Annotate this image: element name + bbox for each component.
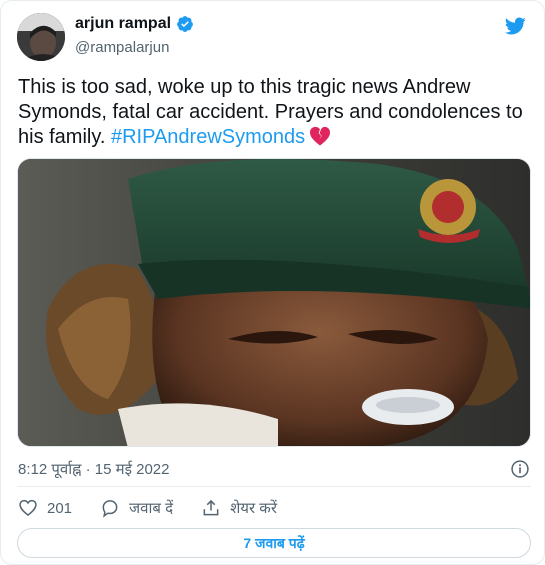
like-count: 201 <box>47 499 73 517</box>
share-label: शेयर करें <box>230 500 277 517</box>
action-bar: 201 जवाब दें शेयर करें <box>18 496 305 520</box>
tweet-photo[interactable] <box>17 158 531 447</box>
reply-bubble-icon <box>102 500 118 518</box>
hashtag-link[interactable]: #RIPAndrewSymonds <box>111 126 305 148</box>
share-button[interactable]: शेयर करें <box>201 498 277 518</box>
verified-badge-icon <box>176 15 194 33</box>
avatar[interactable] <box>17 13 65 61</box>
like-button[interactable]: 201 <box>18 498 72 518</box>
broken-heart-icon <box>309 126 331 146</box>
tweet-meta-row: 8:12 पूर्वाह्न · 15 मई 2022 <box>18 458 530 480</box>
read-replies-label: 7 जवाब पढ़ें <box>243 534 305 551</box>
user-handle[interactable]: @rampalarjun <box>75 39 169 56</box>
divider <box>17 486 531 487</box>
reply-button[interactable]: जवाब दें <box>100 498 173 518</box>
tweet-text: This is too sad, woke up to this tragic … <box>18 75 533 150</box>
timestamp[interactable]: 8:12 पूर्वाह्न · 15 मई 2022 <box>18 459 170 479</box>
author-name-row[interactable]: arjun rampal <box>75 15 194 33</box>
read-replies-button[interactable]: 7 जवाब पढ़ें <box>17 528 531 558</box>
display-name[interactable]: arjun rampal <box>75 15 171 33</box>
reply-label: जवाब दें <box>129 500 174 517</box>
share-icon <box>203 499 219 516</box>
info-icon[interactable] <box>510 459 530 479</box>
heart-outline-icon <box>19 499 37 517</box>
tweet-card: arjun rampal @rampalarjun This is too sa… <box>0 0 545 565</box>
twitter-bird-icon[interactable] <box>503 15 527 37</box>
